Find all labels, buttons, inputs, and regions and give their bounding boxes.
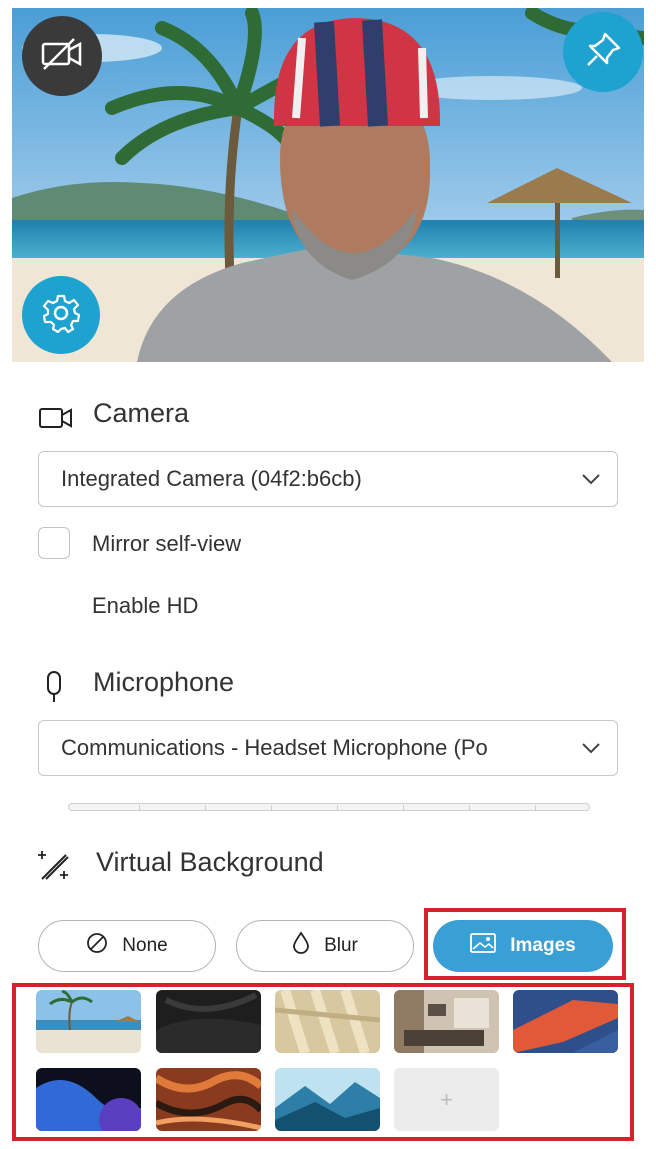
microphone-level-meter — [68, 803, 590, 811]
microphone-title: Microphone — [93, 667, 235, 697]
background-none-button[interactable]: None — [38, 920, 216, 972]
enable-hd-label[interactable]: Enable HD — [92, 593, 198, 619]
images-gallery-highlight — [12, 983, 634, 1141]
microphone-icon — [44, 670, 66, 709]
droplet-icon — [292, 931, 310, 961]
microphone-select[interactable]: Communications - Headset Microphone (Po — [38, 720, 618, 776]
images-button-highlight — [424, 908, 626, 980]
camera-title: Camera — [93, 398, 190, 428]
mirror-self-view-checkbox[interactable] — [38, 527, 70, 559]
gear-icon — [41, 293, 81, 338]
no-symbol-icon — [86, 932, 108, 960]
chevron-down-icon — [565, 473, 617, 485]
camera-select-value: Integrated Camera (04f2:b6cb) — [61, 466, 362, 491]
microphone-select-value: Communications - Headset Microphone (Po — [61, 735, 488, 760]
mirror-self-view-label: Mirror self-view — [92, 531, 242, 556]
video-off-icon — [40, 36, 84, 77]
pin-icon — [583, 30, 623, 75]
virtual-background-title: Virtual Background — [96, 847, 324, 877]
pin-button[interactable] — [563, 12, 643, 92]
background-none-label: None — [122, 935, 168, 956]
background-blur-label: Blur — [324, 935, 358, 956]
chevron-down-icon — [565, 742, 617, 754]
magic-wand-icon — [36, 847, 74, 888]
video-camera-icon — [38, 404, 74, 437]
background-blur-button[interactable]: Blur — [236, 920, 414, 972]
camera-select[interactable]: Integrated Camera (04f2:b6cb) — [38, 451, 618, 507]
camera-off-button[interactable] — [22, 16, 102, 96]
settings-button[interactable] — [22, 276, 100, 354]
video-preview — [12, 8, 644, 362]
